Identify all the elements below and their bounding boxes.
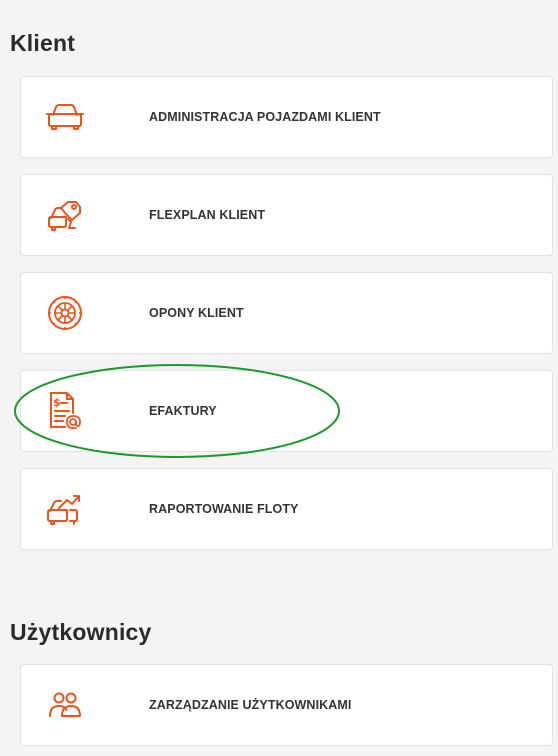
menu-card-vehicle-administration[interactable]: ADMINISTRACJA POJAZDAMI KLIENT (20, 76, 553, 158)
menu-card-einvoices[interactable]: $ EFAKTURY (20, 370, 553, 452)
menu-card-label: EFAKTURY (149, 404, 217, 418)
users-icon (43, 683, 87, 727)
menu-card-flexplan[interactable]: FLEXPLAN KLIENT (20, 174, 553, 256)
svg-text:$: $ (53, 396, 61, 409)
car-icon (43, 95, 87, 139)
menu-card-label: FLEXPLAN KLIENT (149, 208, 266, 222)
menu-card-label: ADMINISTRACJA POJAZDAMI KLIENT (149, 110, 381, 124)
fleet-report-icon (43, 487, 87, 531)
e-invoice-icon: $ (43, 389, 87, 433)
menu-card-tires[interactable]: OPONY KLIENT (20, 272, 553, 354)
menu-card-label: OPONY KLIENT (149, 306, 244, 320)
section-title-users: Użytkownicy (10, 619, 152, 645)
menu-card-fleet-reporting[interactable]: RAPORTOWANIE FLOTY (20, 468, 553, 550)
car-key-tag-icon (43, 193, 87, 237)
menu-card-user-management[interactable]: ZARZĄDZANIE UŻYTKOWNIKAMI (20, 664, 553, 746)
menu-card-label: ZARZĄDZANIE UŻYTKOWNIKAMI (149, 698, 352, 712)
tire-icon (43, 291, 87, 335)
section-title-client: Klient (10, 30, 76, 56)
menu-card-label: RAPORTOWANIE FLOTY (149, 502, 299, 516)
